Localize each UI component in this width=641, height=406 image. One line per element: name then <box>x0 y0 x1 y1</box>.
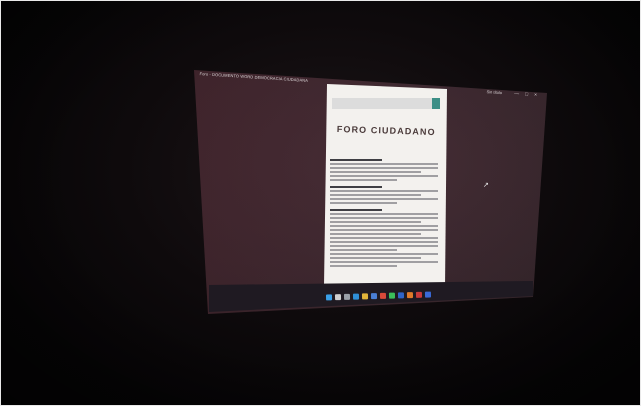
text-line <box>330 229 438 231</box>
text-line <box>330 237 438 239</box>
text-line <box>330 202 397 204</box>
text-line <box>330 233 421 235</box>
text-line <box>330 261 438 263</box>
app-icon-red[interactable] <box>415 291 423 298</box>
chrome-icon[interactable] <box>379 292 387 299</box>
search-icon[interactable] <box>334 294 342 301</box>
app-icon-blue[interactable] <box>424 291 432 298</box>
word-icon[interactable] <box>397 292 405 299</box>
text-line <box>330 213 438 215</box>
document-page[interactable]: FORO CIUDADANO <box>324 84 447 288</box>
text-line <box>330 265 397 267</box>
text-line <box>330 163 438 165</box>
text-line <box>330 257 421 259</box>
text-line <box>330 221 421 223</box>
window-zoom-label: Sin título <box>486 89 503 96</box>
app-icon-orange[interactable] <box>406 292 414 299</box>
text-line <box>330 198 438 200</box>
text-line <box>330 171 421 173</box>
document-header-banner <box>332 98 440 109</box>
document-body-text <box>330 154 438 269</box>
text-line <box>330 249 397 251</box>
text-line <box>330 217 438 219</box>
store-icon[interactable] <box>370 293 378 300</box>
windows-start-icon[interactable] <box>325 294 333 301</box>
document-title: FORO CIUDADANO <box>336 124 436 138</box>
mouse-cursor-icon: ↗ <box>483 182 489 189</box>
text-line <box>330 175 438 177</box>
file-explorer-icon[interactable] <box>361 293 369 300</box>
spotify-icon[interactable] <box>388 292 396 299</box>
text-line <box>330 245 438 247</box>
text-line <box>330 241 438 243</box>
section-heading-line <box>330 185 382 188</box>
text-line <box>330 179 397 181</box>
text-line <box>330 225 438 227</box>
text-line <box>330 194 421 196</box>
edge-browser-icon[interactable] <box>352 293 360 300</box>
task-view-icon[interactable] <box>343 293 351 300</box>
text-line <box>330 190 438 192</box>
minimize-button[interactable]: — <box>514 88 520 100</box>
section-heading-line <box>330 208 382 211</box>
section-heading-line <box>330 159 382 161</box>
text-line <box>330 253 438 255</box>
text-line <box>330 167 438 169</box>
maximize-button[interactable]: □ <box>525 89 529 101</box>
